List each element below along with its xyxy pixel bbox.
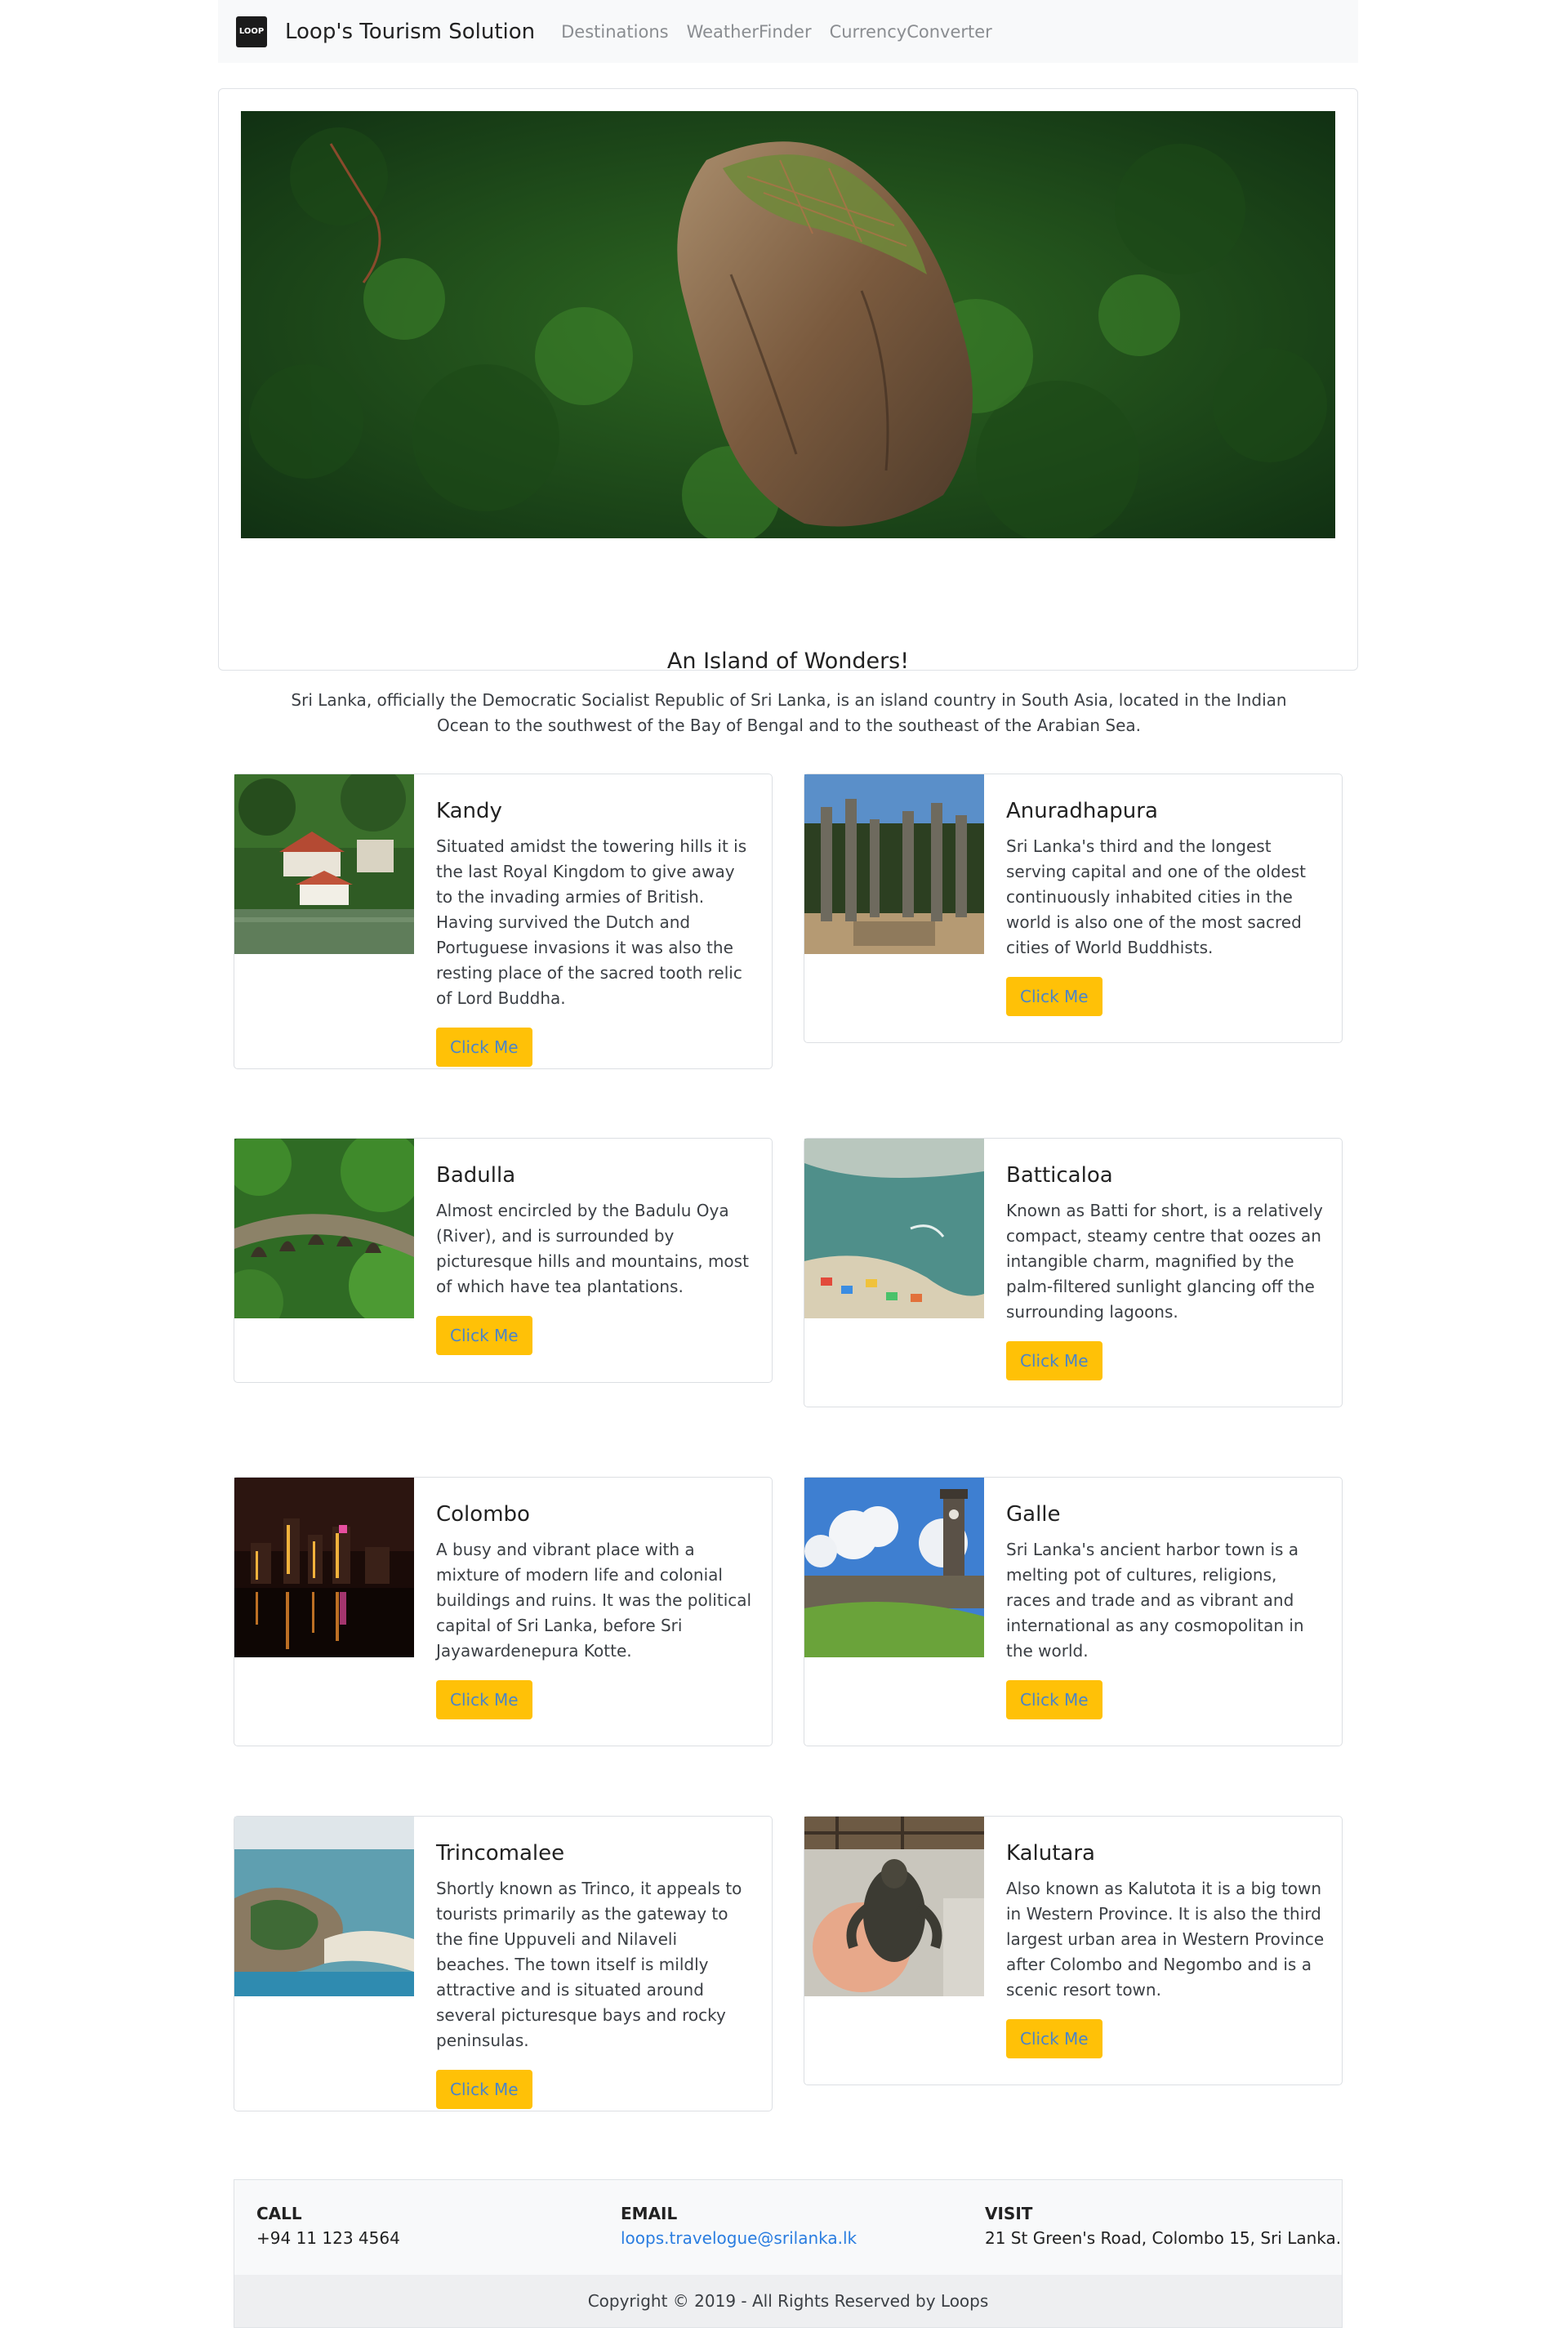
colombo-image: [234, 1478, 414, 1657]
batticaloa-image: [804, 1139, 984, 1318]
card-text: Almost encircled by the Badulu Oya (Rive…: [436, 1201, 749, 1296]
destination-card-badulla: Badulla Almost encircled by the Badulu O…: [234, 1138, 773, 1383]
galle-click-button[interactable]: Click Me: [1006, 1680, 1102, 1719]
footer: CALL +94 11 123 4564 EMAIL loops.travelo…: [234, 2179, 1343, 2328]
destination-card-trincomalee: Trincomalee Shortly known as Trinco, it …: [234, 1816, 773, 2111]
nav-links: Destinations WeatherFinder CurrencyConve…: [561, 22, 992, 42]
trincomalee-body: Trincomalee Shortly known as Trinco, it …: [436, 1839, 755, 2109]
hero-card: An Island of Wonders! Sri Lanka, officia…: [218, 88, 1358, 735]
card-title: Kandy: [436, 799, 502, 823]
card-title: Kalutara: [1006, 1841, 1095, 1866]
destination-card-batticaloa: Batticaloa Known as Batti for short, is …: [804, 1138, 1343, 1407]
card-text: Sri Lanka's third and the longest servin…: [1006, 836, 1307, 957]
footer-email: EMAIL loops.travelogue@srilanka.lk: [621, 2201, 857, 2250]
footer-email-label: EMAIL: [621, 2204, 678, 2223]
card-title: Colombo: [436, 1502, 530, 1527]
nav-link-weatherfinder[interactable]: WeatherFinder: [687, 22, 812, 42]
kalutara-click-button[interactable]: Click Me: [1006, 2019, 1102, 2058]
footer-address: 21 St Green's Road, Colombo 15, Sri Lank…: [985, 2228, 1342, 2248]
batticaloa-body: Batticaloa Known as Batti for short, is …: [1006, 1161, 1325, 1380]
anuradhapura-body: Anuradhapura Sri Lanka's third and the l…: [1006, 796, 1325, 1016]
card-title: Badulla: [436, 1163, 516, 1188]
card-text: Shortly known as Trinco, it appeals to t…: [436, 1879, 742, 2050]
card-title: Trincomalee: [436, 1841, 565, 1866]
card-text: Sri Lanka's ancient harbor town is a mel…: [1006, 1540, 1304, 1661]
card-text: Known as Batti for short, is a relativel…: [1006, 1201, 1323, 1322]
anuradhapura-image: [804, 774, 984, 954]
kalutara-body: Kalutara Also known as Kalutota it is a …: [1006, 1839, 1325, 2058]
anuradhapura-click-button[interactable]: Click Me: [1006, 977, 1102, 1016]
destination-card-kalutara: Kalutara Also known as Kalutota it is a …: [804, 1816, 1343, 2085]
navbar: LOOP Loop's Tourism Solution Destination…: [218, 0, 1358, 63]
brand-logo[interactable]: LOOP: [236, 16, 267, 47]
footer-phone: +94 11 123 4564: [256, 2228, 400, 2248]
hero-description: Sri Lanka, officially the Democratic Soc…: [291, 690, 1287, 735]
card-title: Batticaloa: [1006, 1163, 1113, 1188]
badulla-image: [234, 1139, 414, 1318]
footer-visit: VISIT 21 St Green's Road, Colombo 15, Sr…: [985, 2201, 1341, 2250]
footer-call-label: CALL: [256, 2204, 302, 2223]
brand-name[interactable]: Loop's Tourism Solution: [285, 20, 535, 44]
hero-title: An Island of Wonders!: [666, 649, 910, 674]
brand-logo-text: LOOP: [238, 26, 265, 36]
kalutara-image: [804, 1817, 984, 1996]
trincomalee-click-button[interactable]: Click Me: [436, 2070, 532, 2109]
kandy-body: Kandy Situated amidst the towering hills…: [436, 796, 755, 1067]
nav-link-currencyconverter[interactable]: CurrencyConverter: [830, 22, 992, 42]
batticaloa-click-button[interactable]: Click Me: [1006, 1341, 1102, 1380]
card-title: Galle: [1006, 1502, 1061, 1527]
destination-card-anuradhapura: Anuradhapura Sri Lanka's third and the l…: [804, 774, 1343, 1043]
card-text: Situated amidst the towering hills it is…: [436, 836, 747, 1008]
card-text: A busy and vibrant place with a mixture …: [436, 1540, 752, 1661]
nav-link-destinations[interactable]: Destinations: [561, 22, 668, 42]
card-text: Also known as Kalutota it is a big town …: [1006, 1879, 1325, 2000]
kandy-click-button[interactable]: Click Me: [436, 1028, 532, 1067]
card-title: Anuradhapura: [1006, 799, 1158, 823]
hero-image: [241, 111, 1335, 538]
badulla-body: Badulla Almost encircled by the Badulu O…: [436, 1161, 755, 1355]
badulla-click-button[interactable]: Click Me: [436, 1316, 532, 1355]
footer-visit-label: VISIT: [985, 2204, 1033, 2223]
kandy-image: [234, 774, 414, 954]
footer-email-link[interactable]: loops.travelogue@srilanka.lk: [621, 2226, 857, 2250]
footer-call: CALL +94 11 123 4564: [256, 2201, 400, 2250]
destination-card-kandy: Kandy Situated amidst the towering hills…: [234, 774, 773, 1069]
trincomalee-image: [234, 1817, 414, 1996]
galle-image: [804, 1478, 984, 1657]
colombo-body: Colombo A busy and vibrant place with a …: [436, 1500, 755, 1719]
destination-card-galle: Galle Sri Lanka's ancient harbor town is…: [804, 1477, 1343, 1746]
destination-card-colombo: Colombo A busy and vibrant place with a …: [234, 1477, 773, 1746]
colombo-click-button[interactable]: Click Me: [436, 1680, 532, 1719]
copyright: Copyright © 2019 - All Rights Reserved b…: [234, 2275, 1342, 2327]
galle-body: Galle Sri Lanka's ancient harbor town is…: [1006, 1500, 1325, 1719]
